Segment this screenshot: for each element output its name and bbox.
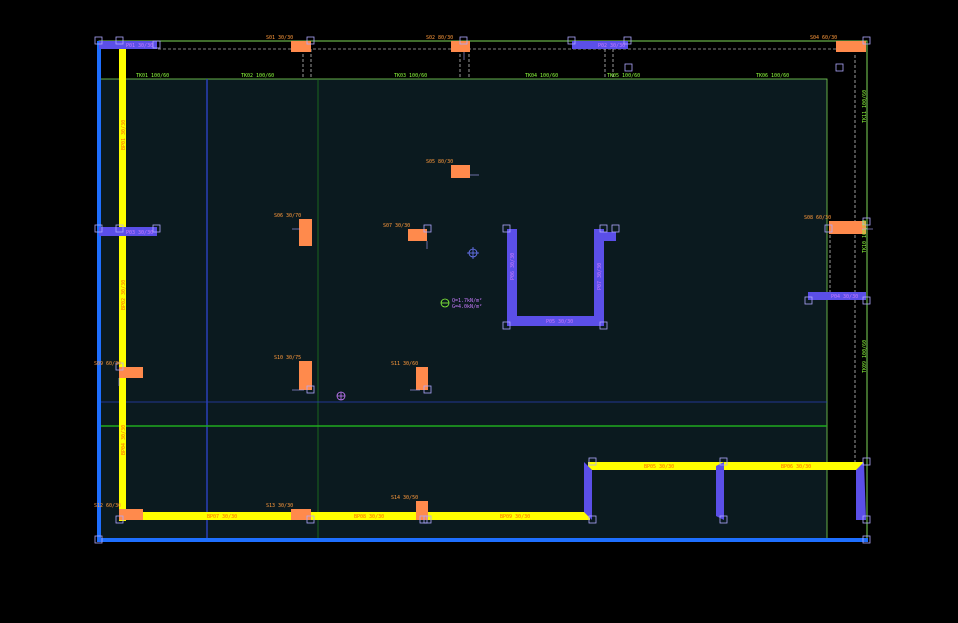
- slab-load-line2: G=4.0kN/m²: [452, 304, 482, 310]
- label-BP05: BP05 30/30: [644, 464, 674, 470]
- column-S12[interactable]: [119, 509, 143, 520]
- label-P07: P07 30/30: [597, 263, 603, 290]
- label-BP09: BP09 30/30: [500, 514, 530, 520]
- label-BP07: BP07 30/30: [207, 514, 237, 520]
- label-S09: S09 60/30: [94, 361, 121, 367]
- label-BP02: BP02 30/30: [121, 280, 127, 310]
- label-S14: S14 30/50: [391, 495, 418, 501]
- label-S02: S02 80/30: [426, 35, 453, 41]
- label-TK03: TK03 100/60: [394, 73, 427, 79]
- column-S05[interactable]: [451, 165, 470, 178]
- column-S01[interactable]: [291, 41, 311, 52]
- label-TK06: TK06 100/60: [756, 73, 789, 79]
- label-P04: P04 30/30: [831, 294, 858, 300]
- wall-lower-3: [856, 462, 866, 520]
- column-S08[interactable]: [829, 221, 866, 234]
- label-TK10: TK10 100/60: [862, 220, 868, 253]
- column-S04[interactable]: [836, 41, 866, 52]
- label-S01: S01 30/30: [266, 35, 293, 41]
- column-S13[interactable]: [291, 509, 311, 520]
- column-S11[interactable]: [416, 367, 428, 390]
- wall-u-tab: [604, 232, 616, 241]
- label-BP01: BP01 30/30: [121, 120, 127, 150]
- label-S10: S10 30/75: [274, 355, 301, 361]
- label-P01: P01 30/30: [126, 43, 153, 49]
- label-S07: S07 30/30: [383, 223, 410, 229]
- wall-lower-2: [716, 462, 724, 520]
- label-S05: S05 80/30: [426, 159, 453, 165]
- column-S06[interactable]: [299, 219, 312, 246]
- label-TK09: TK09 100/60: [862, 340, 868, 373]
- label-P05: P05 30/30: [546, 319, 573, 325]
- label-P02: P02 30/30: [598, 43, 625, 49]
- label-S06: S06 30/70: [274, 213, 301, 219]
- label-TK05: TK05 100/60: [607, 73, 640, 79]
- perimeter-beam-left: [97, 41, 101, 541]
- label-P06: P06 30/30: [510, 253, 516, 280]
- label-S11: S11 30/60: [391, 361, 418, 367]
- label-TK02: TK02 100/60: [241, 73, 274, 79]
- label-TK04: TK04 100/60: [525, 73, 558, 79]
- label-S04: S04 60/30: [810, 35, 837, 41]
- label-TK01: TK01 100/60: [136, 73, 169, 79]
- label-S13: S13 30/30: [266, 503, 293, 509]
- label-BP06: BP06 30/30: [781, 464, 811, 470]
- label-S08: S08 60/30: [804, 215, 831, 221]
- label-TK11: TK11 100/60: [862, 90, 868, 123]
- wall-lower-1: [584, 462, 592, 520]
- column-S09[interactable]: [119, 367, 143, 378]
- origin-symbol-icon: [336, 391, 346, 401]
- label-P03: P03 30/30: [126, 230, 153, 236]
- label-BP04: BP04 30/30: [121, 425, 127, 455]
- foundation-beam-right: [588, 462, 863, 470]
- label-S12: S12 60/30: [94, 503, 121, 509]
- structural-floor-plan: S01 30/30 S02 80/30 S04 60/30 S05 80/30 …: [94, 35, 873, 544]
- column-S14[interactable]: [416, 501, 428, 520]
- label-BP08: BP08 30/30: [354, 514, 384, 520]
- perimeter-beam-bottom: [97, 538, 868, 542]
